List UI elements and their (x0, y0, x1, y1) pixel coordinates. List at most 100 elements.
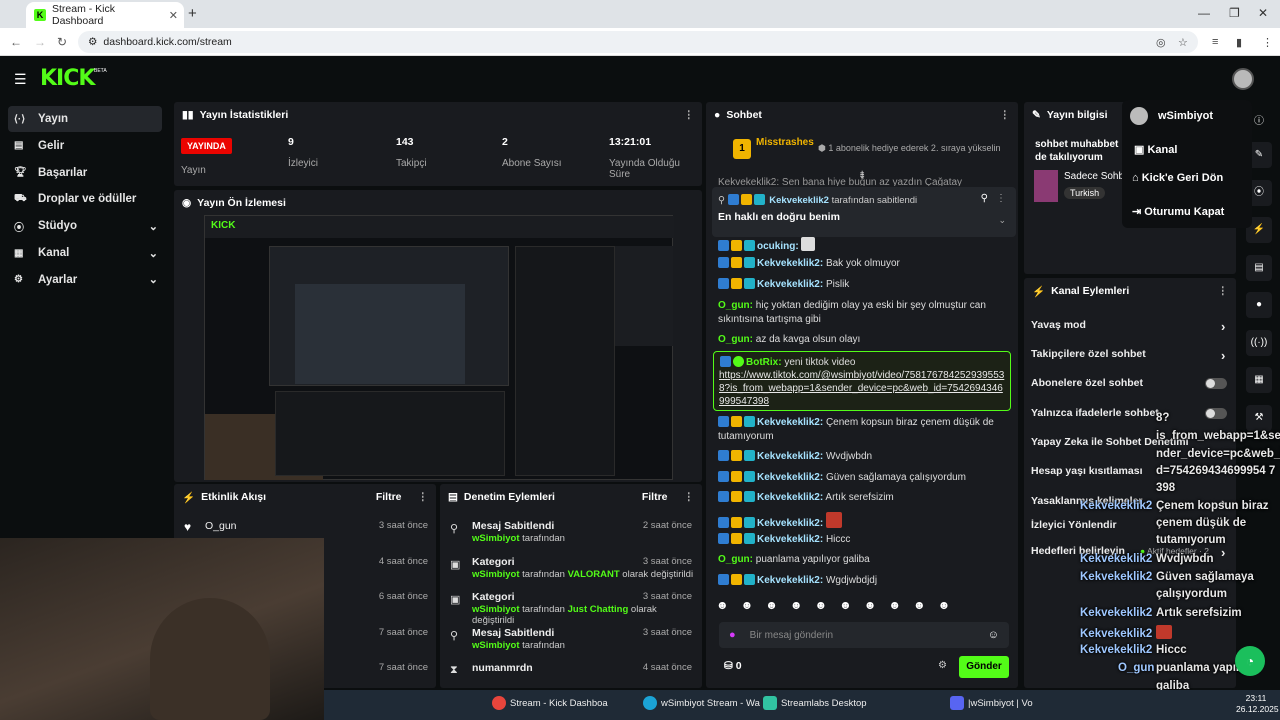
tools-icon[interactable]: ⚒ (1246, 404, 1272, 431)
info-icon[interactable]: ⓘ (1254, 112, 1264, 127)
moderation-more-icon[interactable]: ⋮ (684, 491, 695, 503)
bot-username[interactable]: BotRix: (746, 357, 782, 368)
chat-input[interactable]: ● Bir mesaj gönderin ☺ (719, 622, 1009, 648)
activity-filter-button[interactable]: Filtre (376, 491, 402, 503)
moderation-row[interactable]: ▣ Kategori wSimbiyot tarafından Just Chatt… (442, 587, 700, 626)
moderation-row[interactable]: ⚲ Mesaj Sabitlendi wSimbiyot tarafından 3 s… (442, 623, 700, 659)
chat-username[interactable]: Kekvekeklik2: (757, 451, 823, 462)
minimize-icon[interactable]: — (1198, 6, 1210, 20)
taskbar-chrome[interactable]: Stream - Kick Dashboa (492, 696, 608, 710)
chat-username[interactable]: Kekvekeklik2: (757, 417, 823, 428)
extensions-icon[interactable]: ≡ (1212, 36, 1218, 48)
reload-icon[interactable]: ↻ (57, 35, 67, 49)
points-display[interactable]: ⛁ 0 (724, 660, 742, 672)
taskbar-edge[interactable]: wSimbiyot Stream - Wa (643, 696, 760, 710)
menu-item-kanal[interactable]: ▣ Kanal (1134, 143, 1177, 156)
chat-message: Kekvekeklik2: Wgdjwbdjdj (718, 574, 1008, 588)
window-close-icon[interactable]: ✕ (1258, 6, 1268, 20)
hamburger-menu-icon[interactable]: ☰ (14, 71, 27, 88)
sidebar-item-1[interactable]: ▤ Gelir (8, 133, 162, 159)
site-info-icon[interactable]: ⚙ (88, 36, 97, 48)
chat-bubble-icon[interactable]: ● (1246, 292, 1272, 318)
sidebar-item-2[interactable]: 🏆︎ Başarılar (8, 160, 162, 186)
channel-icon: ▣ (1134, 144, 1148, 156)
close-tab-icon[interactable]: ✕ (169, 9, 178, 22)
pinned-more-icon[interactable]: ⋮ (996, 193, 1006, 204)
moderation-filter-button[interactable]: Filtre (642, 491, 668, 503)
stats-icon: ▮▮ (182, 109, 194, 121)
new-tab-icon[interactable]: + (188, 5, 197, 22)
pinned-by-user[interactable]: Kekvekeklik2 (769, 195, 829, 206)
chat-username[interactable]: Kekvekeklik2: (757, 492, 823, 503)
stat-viewers: 9 İzleyici (288, 136, 319, 169)
chat-username[interactable]: Kekvekeklik2: (757, 258, 823, 269)
chat-username[interactable]: O_gun: (718, 554, 753, 565)
tag-chip[interactable]: Turkish (1064, 187, 1106, 199)
forward-icon[interactable]: → (34, 35, 46, 49)
layout-icon[interactable]: ▦ (1246, 367, 1272, 393)
chat-username[interactable]: ocuking: (757, 241, 799, 252)
kick-logo[interactable]: KICK (40, 66, 95, 91)
top-gifter-name[interactable]: Misstrashes (756, 137, 814, 148)
emoji-icon[interactable]: ☺ (988, 629, 999, 641)
moderation-row[interactable]: ⧗ numanmrdn 4 saat önce (442, 658, 700, 694)
toggle-switch[interactable] (1205, 378, 1227, 389)
sidebar-item-5[interactable]: ▦ Kanal ⌄ (8, 240, 162, 266)
chat-username[interactable]: Kekvekeklik2: (757, 534, 823, 545)
chat-username[interactable]: Kekvekeklik2: (757, 575, 823, 586)
menu-item-logout[interactable]: ⇥ Oturumu Kapat (1132, 205, 1224, 218)
sidebar-item-6[interactable]: ⚙ Ayarlar ⌄ (8, 267, 162, 293)
chat-username[interactable]: Kekvekeklik2: (757, 472, 823, 483)
emote-bar[interactable]: ☻☻☻☻☻☻☻☻☻☻ (716, 598, 1006, 618)
bot-link[interactable]: https://www.tiktok.com/@wsimbiyot/video/… (719, 369, 1007, 408)
eye-off-icon[interactable]: ◎ (1156, 36, 1166, 49)
channel-action-0[interactable]: Yavaş mod › (1031, 319, 1231, 334)
overlay-chat-line: çenem düşük de (1156, 517, 1247, 529)
chat-more-icon[interactable]: ⋮ (1000, 109, 1011, 121)
taskbar-clock[interactable]: 23:11 26.12.2025 (1236, 693, 1279, 715)
chat-username[interactable]: O_gun: (718, 300, 753, 311)
bookmark-star-icon[interactable]: ☆ (1178, 36, 1188, 49)
support-chat-icon[interactable]: ◔ (1235, 646, 1265, 676)
taskbar-voice[interactable]: |wSimbiyot | Vo (950, 696, 1033, 710)
sidebar-item-0[interactable]: ⟨·⟩ Yayın (8, 106, 162, 132)
moderation-row[interactable]: ▣ Kategori wSimbiyot tarafından VALORANT o… (442, 552, 700, 588)
user-avatar[interactable] (1232, 68, 1254, 90)
channel-action-1[interactable]: Takipçilere özel sohbet › (1031, 348, 1231, 363)
stream-preview-video[interactable]: KICK (204, 215, 674, 480)
menu-item-back-to-kick[interactable]: ⌂ Kick'e Geri Dön (1132, 172, 1223, 184)
list-icon[interactable]: ▤ (1246, 254, 1272, 281)
chat-username[interactable]: O_gun: (718, 334, 753, 345)
profile-ext-icon[interactable]: ▮ (1236, 36, 1242, 49)
channel-actions-more-icon[interactable]: ⋮ (1218, 285, 1229, 297)
chat-username[interactable]: Kekvekeklik2: (757, 279, 823, 290)
broadcast-icon[interactable]: ((·)) (1246, 329, 1272, 356)
chat-settings-icon[interactable]: ⚙ (938, 660, 947, 671)
browser-tab[interactable]: K Stream - Kick Dashboard ✕ (26, 2, 184, 28)
activity-user[interactable]: O_gun (205, 520, 237, 532)
pinned-suffix: tarafından sabitlendi (828, 195, 918, 206)
unpin-icon[interactable]: ⚲ (981, 193, 988, 204)
stats-more-icon[interactable]: ⋮ (684, 109, 695, 121)
toggle-switch[interactable] (1205, 408, 1227, 419)
sidebar-item-3[interactable]: ⛟ Droplar ve ödüller (8, 186, 162, 212)
emote-icon[interactable]: ☻☻☻☻☻☻☻☻☻☻ (716, 598, 962, 612)
browser-menu-icon[interactable]: ⋮ (1262, 36, 1273, 49)
maximize-icon[interactable]: ❐ (1229, 6, 1240, 20)
activity-more-icon[interactable]: ⋮ (418, 491, 429, 503)
chat-username[interactable]: Kekvekeklik2: (757, 518, 823, 529)
studio-icon: ⦿ (14, 222, 24, 234)
sidebar-item-4[interactable]: ⦿ Stüdyo ⌄ (8, 213, 162, 239)
send-button[interactable]: Gönder (959, 656, 1009, 678)
pinned-expand-icon[interactable]: ⌄ (998, 215, 1006, 226)
taskbar-streamlabs[interactable]: Streamlabs Desktop (763, 696, 867, 710)
back-icon[interactable]: ← (10, 35, 22, 49)
chat-message: O_gun: hiç yoktan dediğim olay ya eski b… (718, 299, 1008, 327)
microphone-icon[interactable]: ● (729, 629, 736, 641)
url-field[interactable]: ⚙ dashboard.kick.com/stream (78, 31, 1198, 53)
moderation-row[interactable]: ⚲ Mesaj Sabitlendi wSimbiyot tarafından 2 s… (442, 516, 700, 552)
chat-message: O_gun: az da kavga olsun olayı (718, 333, 1008, 347)
channel-action-3[interactable]: Yalnızca ifadelerle sohbet (1031, 407, 1231, 419)
pin-icon: ⚲ (450, 629, 459, 642)
channel-action-2[interactable]: Abonelere özel sohbet (1031, 377, 1231, 389)
